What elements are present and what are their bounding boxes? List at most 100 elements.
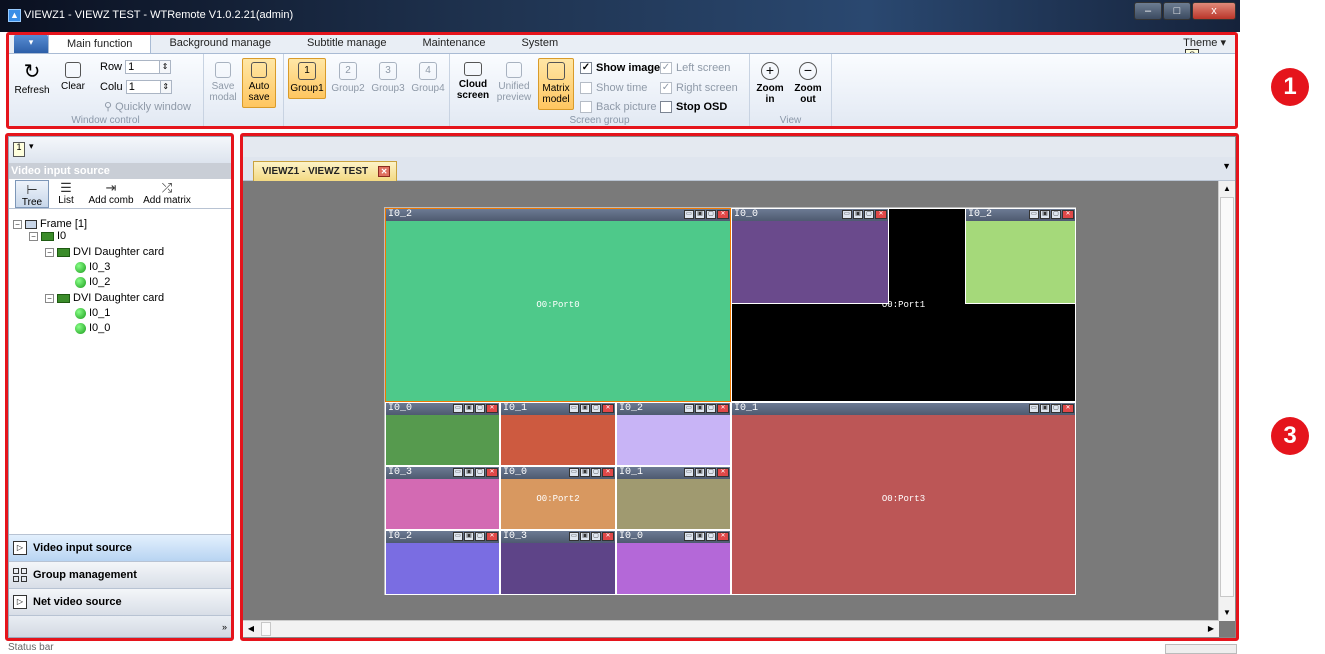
tree-node-frame[interactable]: − Frame [1] — [13, 219, 87, 230]
video-window[interactable]: I0_3 ▭ ▣ ▢ ✕ — [385, 466, 500, 530]
save-modal-button[interactable]: Save modal — [206, 62, 240, 103]
panel-pin-icon[interactable]: 1 — [13, 142, 25, 157]
video-window[interactable]: I0_0 ▭ ▣ ▢ ✕ — [500, 466, 616, 530]
unified-preview-button[interactable]: Unified preview — [492, 62, 536, 103]
vertical-scrollbar[interactable]: ▲ ▼ — [1218, 181, 1235, 621]
zoom-out-button[interactable]: − Zoom out — [790, 62, 826, 105]
left-screen-checkbox[interactable]: ✓ Left screen — [660, 62, 730, 74]
matrix-model-button[interactable]: Matrix model — [538, 58, 574, 110]
group3-button[interactable]: 3 Group3 — [368, 62, 408, 94]
video-window[interactable]: I0_2 ▭ ▣ ▢ ✕ — [385, 208, 731, 402]
close-tab-icon[interactable]: ✕ — [378, 166, 391, 177]
video-window[interactable]: I0_1 ▭ ▣ ▢ ✕ — [731, 402, 1076, 595]
group-selector-group: 1 Group1 2 Group2 3 Group3 4 Group4 — [284, 54, 450, 127]
close-button[interactable]: x — [1192, 2, 1236, 20]
chevron-down-icon[interactable]: » — [222, 622, 227, 632]
tree-node-card[interactable]: − DVI Daughter card — [45, 293, 164, 304]
video-window[interactable]: I0_2 ▭ ▣ ▢ ✕ — [385, 530, 500, 595]
tab-list-dropdown-icon[interactable]: ▼ — [1222, 161, 1231, 171]
status-text: Status bar — [8, 642, 54, 653]
column-spinner[interactable]: Colu ⇕ — [100, 80, 172, 94]
horizontal-scrollbar[interactable]: ◀ ▶ — [243, 620, 1219, 637]
tree-node-board[interactable]: − I0 — [29, 231, 66, 242]
auto-save-button[interactable]: Auto save — [242, 58, 276, 108]
group4-button[interactable]: 4 Group4 — [408, 62, 448, 94]
view-group: + Zoom in − Zoom out View — [750, 54, 832, 127]
add-comb-button[interactable]: ⇥ Add comb — [83, 181, 139, 207]
add-matrix-icon: ⤮ — [161, 180, 173, 195]
video-window[interactable]: I0_1 ▭ ▣ ▢ ✕ — [616, 466, 731, 530]
row-spinner[interactable]: Row ⇕ — [100, 60, 172, 74]
scroll-thumb[interactable] — [1220, 197, 1234, 597]
zoom-in-button[interactable]: + Zoom in — [752, 62, 788, 105]
video-window[interactable]: I0_0 ▭ ▣ ▢ ✕ — [731, 208, 889, 304]
back-picture-checkbox[interactable]: Back picture — [580, 101, 657, 113]
scroll-right-icon[interactable]: ▶ — [1203, 621, 1219, 637]
collapse-icon[interactable]: − — [13, 220, 22, 229]
quickly-window-button[interactable]: ⚲ Quickly window — [104, 100, 191, 113]
video-window[interactable]: I0_0 ▭ ▣ ▢ ✕ — [385, 402, 500, 466]
tree-node-source[interactable]: I0_1 — [75, 308, 110, 319]
stop-osd-checkbox[interactable]: Stop OSD — [660, 101, 727, 113]
show-time-checkbox[interactable]: Show time — [580, 82, 647, 94]
group2-button[interactable]: 2 Group2 — [328, 62, 368, 94]
ribbon: ▾ Main function Background manage Subtit… — [8, 34, 1236, 127]
video-window[interactable]: I0_0 ▭ ▣ ▢ ✕ — [616, 530, 731, 595]
cloud-screen-button[interactable]: Cloud screen — [454, 62, 492, 101]
scroll-up-icon[interactable]: ▲ — [1219, 181, 1235, 197]
save-modal-icon — [215, 62, 231, 78]
tree-node-source[interactable]: I0_2 — [75, 277, 110, 288]
panel-dropdown-icon[interactable]: ▾ — [29, 141, 34, 152]
scroll-left-icon[interactable]: ◀ — [243, 621, 259, 637]
tab-main-function[interactable]: Main function — [48, 34, 152, 53]
show-image-checkbox[interactable]: ✓ Show image — [580, 62, 660, 74]
tree-node-source[interactable]: I0_0 — [75, 323, 110, 334]
refresh-button[interactable]: ↻ Refresh — [10, 62, 54, 96]
column-stepper[interactable]: ⇕ — [159, 80, 172, 94]
right-screen-checkbox[interactable]: ✓ Right screen — [660, 82, 738, 94]
video-wall-canvas[interactable]: O0:Port0 O0:Port1 O0:Port2 O0:Port3 I0_2… — [384, 207, 1076, 595]
collapse-icon[interactable]: − — [45, 294, 54, 303]
clear-button[interactable]: Clear — [56, 62, 90, 92]
video-window[interactable]: I0_2 ▭ ▣ ▢ ✕ — [965, 208, 1076, 304]
window-content — [386, 543, 499, 594]
net-video-icon: ▷ — [13, 595, 27, 609]
window-content — [617, 479, 730, 529]
group-label-window-control: Window control — [71, 115, 140, 126]
group1-button[interactable]: 1 Group1 — [288, 58, 326, 99]
video-window[interactable]: I0_3 ▭ ▣ ▢ ✕ — [500, 530, 616, 595]
nav-video-input-source[interactable]: ▷ Video input source — [9, 534, 231, 561]
group4-icon: 4 — [419, 62, 437, 80]
tab-system[interactable]: System — [503, 34, 576, 53]
scroll-down-icon[interactable]: ▼ — [1219, 605, 1235, 621]
video-window[interactable]: I0_1 ▭ ▣ ▢ ✕ — [500, 402, 616, 466]
nav-group-management[interactable]: Group management — [9, 561, 231, 588]
maximize-button[interactable]: □ — [1163, 2, 1191, 20]
video-window[interactable]: I0_2 ▭ ▣ ▢ ✕ — [616, 402, 731, 466]
window-content — [501, 479, 615, 529]
tab-maintenance[interactable]: Maintenance — [404, 34, 503, 53]
window-content — [386, 221, 730, 401]
document-tab[interactable]: VIEWZ1 - VIEWZ TEST ✕ — [253, 161, 398, 181]
tab-background-manage[interactable]: Background manage — [151, 34, 289, 53]
minimize-button[interactable]: – — [1134, 2, 1162, 20]
tab-subtitle-manage[interactable]: Subtitle manage — [289, 34, 405, 53]
tree-node-card[interactable]: − DVI Daughter card — [45, 247, 164, 258]
collapse-icon[interactable]: − — [45, 248, 54, 257]
tree-node-source[interactable]: I0_3 — [75, 262, 110, 273]
nav-net-video-source[interactable]: ▷ Net video source — [9, 588, 231, 615]
collapse-icon[interactable]: − — [29, 232, 38, 241]
column-input[interactable] — [125, 80, 162, 94]
left-panel-toolbar: 1 ▾ — [9, 137, 231, 163]
add-matrix-button[interactable]: ⤮ Add matrix — [139, 180, 195, 207]
list-view-button[interactable]: ☰ List — [49, 181, 83, 207]
tree-view-button[interactable]: ⊢ Tree — [15, 179, 49, 208]
window-content — [617, 415, 730, 465]
window-content — [386, 479, 499, 529]
nav-overflow-bar[interactable]: » — [9, 615, 231, 637]
scroll-thumb[interactable] — [261, 622, 271, 636]
app-menu-button[interactable]: ▾ — [14, 34, 48, 53]
row-stepper[interactable]: ⇕ — [159, 60, 172, 74]
panel-header: Video input source — [9, 163, 231, 179]
row-input[interactable] — [125, 60, 162, 74]
